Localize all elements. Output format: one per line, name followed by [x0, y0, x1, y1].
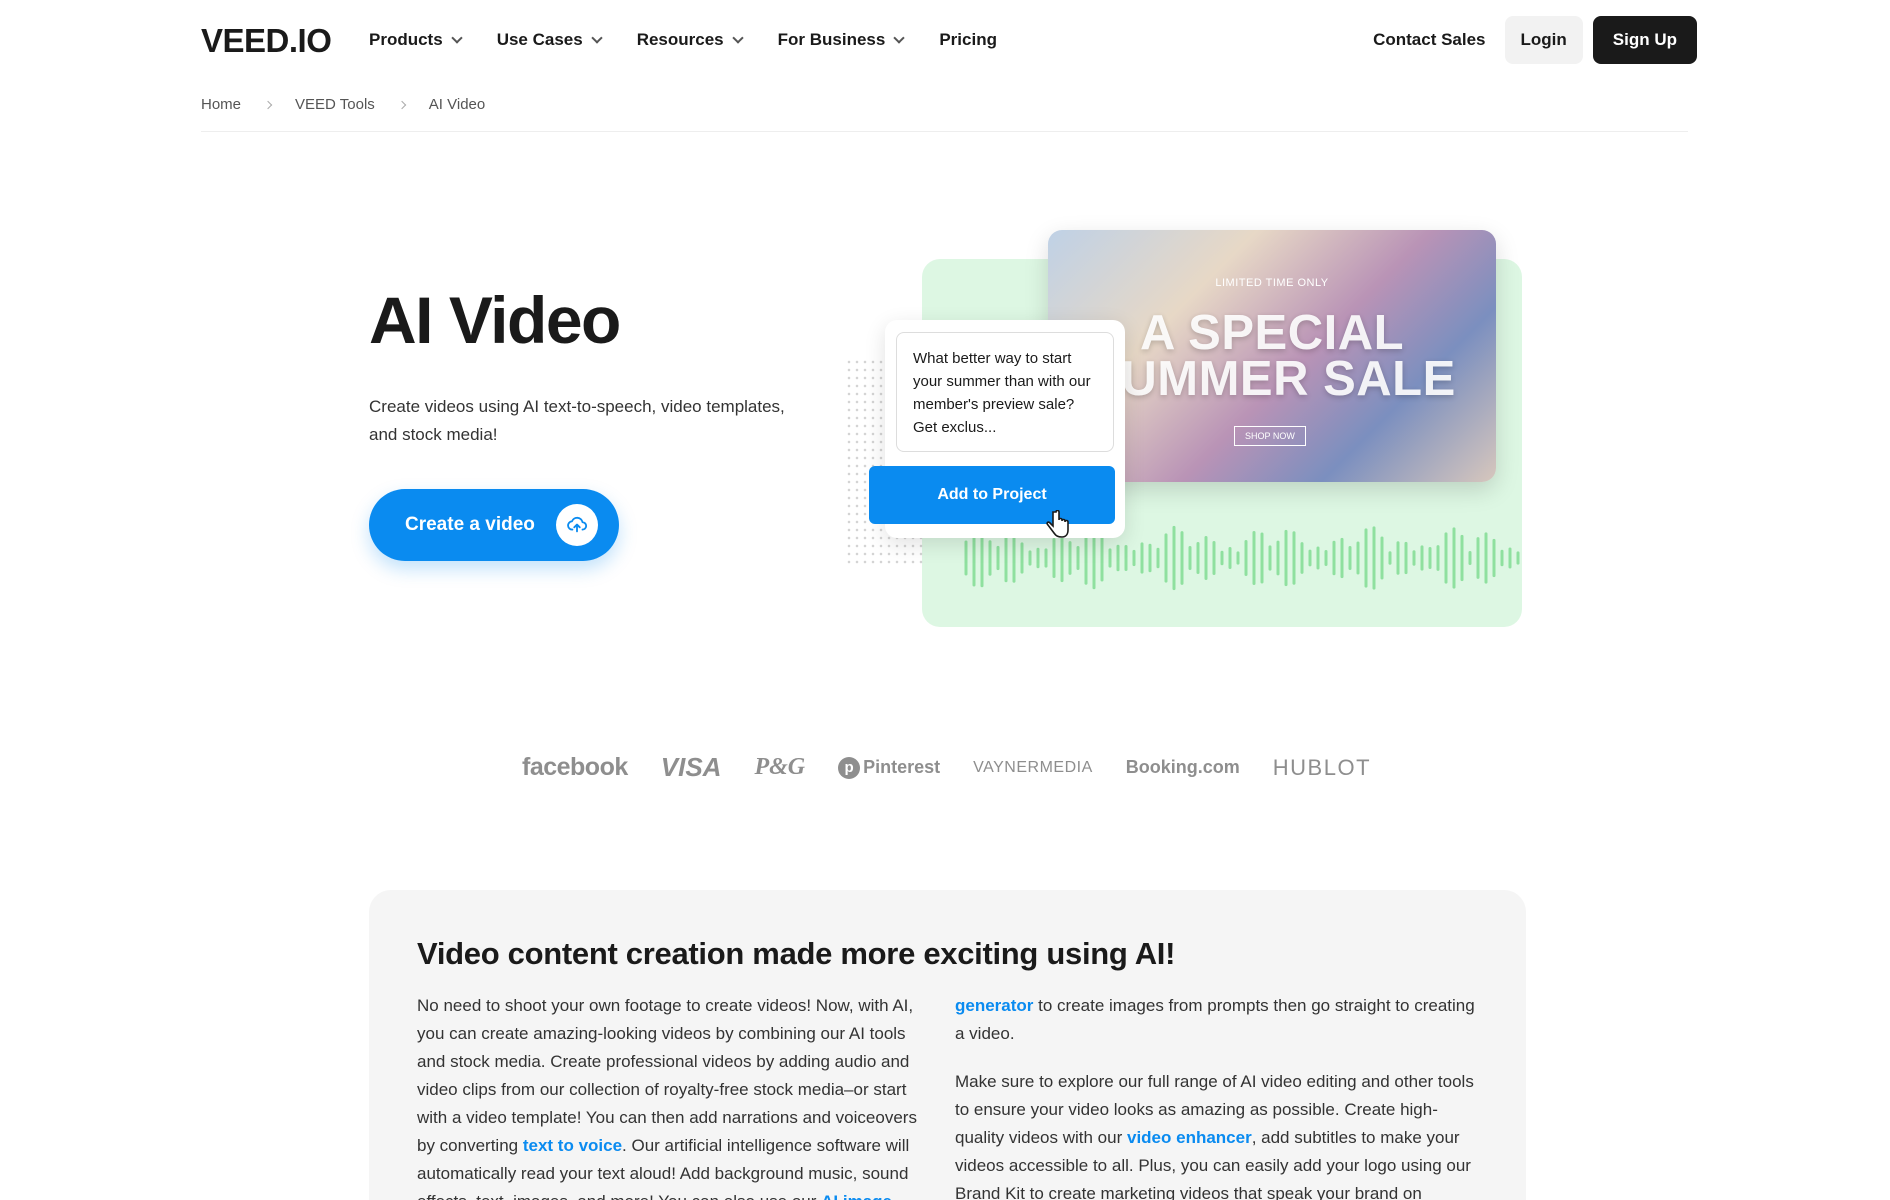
- paragraph-text: No need to shoot your own footage to cre…: [417, 996, 917, 1155]
- menu-pricing[interactable]: Pricing: [939, 28, 997, 52]
- upload-cloud-icon: [556, 504, 598, 546]
- chevron-down-icon: [893, 31, 906, 44]
- hero-illustration: LIMITED TIME ONLY A SPECIAL SUMMER SALE …: [845, 228, 1525, 628]
- menu-label: For Business: [777, 30, 886, 49]
- hero-subtitle: Create videos using AI text-to-speech, v…: [369, 397, 785, 444]
- ai-image-link[interactable]: AI image: [821, 1192, 892, 1200]
- chevron-down-icon: [731, 31, 744, 44]
- hand-cursor-icon: [1046, 510, 1069, 538]
- ai-image-generator-link[interactable]: generator: [955, 996, 1033, 1015]
- paragraph: Make sure to explore our full range of A…: [955, 1068, 1485, 1200]
- section-heading: Video content creation made more excitin…: [417, 936, 1176, 971]
- breadcrumb-current: AI Video: [428, 96, 486, 113]
- menu-use-cases[interactable]: Use Cases: [496, 28, 603, 52]
- menu-label: Use Cases: [496, 30, 583, 49]
- facebook-logo: facebook: [522, 753, 628, 781]
- breadcrumb-home[interactable]: Home: [201, 96, 241, 113]
- text-to-speech-card: What better way to start your summer tha…: [869, 320, 1125, 538]
- veed-logo[interactable]: VEED.IO: [201, 22, 332, 60]
- hublot-logo: HUBLOT: [1272, 754, 1372, 780]
- add-to-project-button[interactable]: Add to Project: [869, 466, 1115, 524]
- ai-video-info-panel: Video content creation made more excitin…: [369, 890, 1526, 1200]
- chevron-down-icon: [451, 31, 463, 44]
- contact-sales-link[interactable]: Contact Sales: [1373, 30, 1485, 50]
- menu-label: Products: [369, 30, 443, 49]
- breadcrumb-veed-tools[interactable]: VEED Tools: [295, 96, 375, 113]
- pinterest-logo: p Pinterest: [838, 756, 941, 779]
- text-to-voice-link[interactable]: text to voice: [523, 1136, 622, 1155]
- info-column-right: generator to create images from prompts …: [955, 992, 1485, 1200]
- vaynermedia-logo: VAYNERMEDIA: [973, 758, 1093, 776]
- menu-for-business[interactable]: For Business: [777, 28, 906, 52]
- banner-shop-button: SHOP NOW: [1234, 426, 1306, 446]
- create-video-button[interactable]: Create a video: [369, 489, 619, 561]
- chevron-right-icon: [263, 100, 273, 109]
- menu-products[interactable]: Products: [369, 28, 463, 52]
- pinterest-wordmark: Pinterest: [863, 757, 941, 777]
- signup-button[interactable]: Sign Up: [1592, 16, 1697, 64]
- chevron-down-icon: [591, 31, 603, 44]
- menu-resources[interactable]: Resources: [636, 28, 744, 52]
- booking-logo: Booking.com: [1125, 757, 1240, 777]
- main-menu: Products Use Cases Resources For Busines…: [369, 28, 1033, 52]
- paragraph-text: to create images from prompts then go st…: [955, 996, 1475, 1043]
- menu-label: Pricing: [939, 30, 997, 49]
- video-enhancer-link[interactable]: video enhancer: [1127, 1128, 1252, 1147]
- pinterest-icon: p: [838, 756, 861, 779]
- page-title: AI Video: [369, 283, 621, 357]
- pg-logo: P&G: [754, 754, 806, 780]
- breadcrumb-divider: [201, 131, 1688, 132]
- menu-label: Resources: [636, 30, 724, 49]
- chevron-right-icon: [397, 100, 407, 109]
- nav-actions: Contact Sales Login Sign Up: [1373, 16, 1697, 64]
- breadcrumb: Home VEED Tools AI Video: [201, 96, 485, 113]
- login-button[interactable]: Login: [1504, 16, 1583, 64]
- top-navbar: VEED.IO Products Use Cases Resources For…: [0, 0, 1890, 80]
- info-column-left: No need to shoot your own footage to cre…: [417, 992, 937, 1200]
- visa-logo: VISA: [660, 752, 722, 782]
- paragraph: generator to create images from prompts …: [955, 992, 1485, 1048]
- customer-logos: facebook VISA P&G p Pinterest VAYNERMEDI…: [522, 752, 1404, 783]
- banner-small-text: LIMITED TIME ONLY: [1215, 277, 1329, 289]
- cta-label: Create a video: [405, 514, 535, 535]
- prompt-textarea[interactable]: What better way to start your summer tha…: [896, 332, 1114, 452]
